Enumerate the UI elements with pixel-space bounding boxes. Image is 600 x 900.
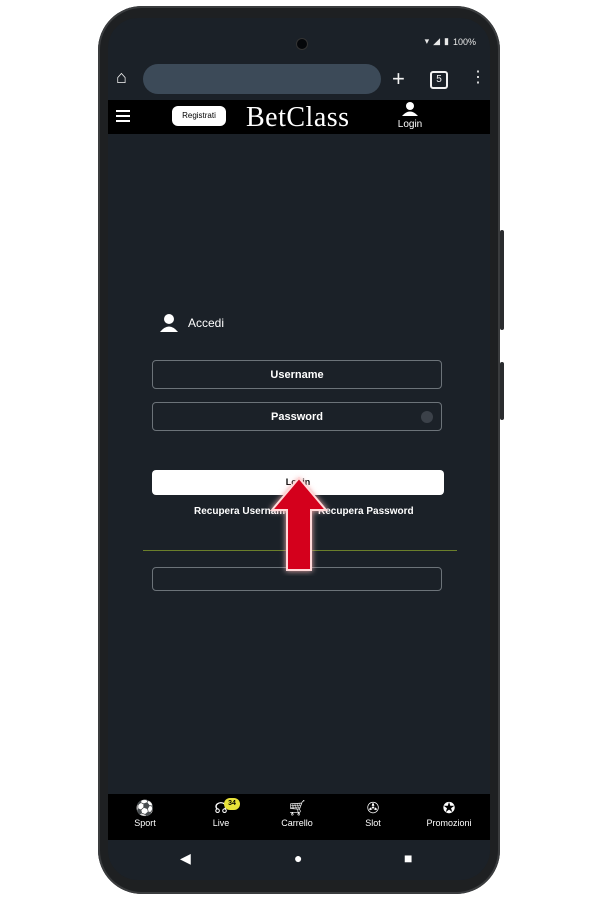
award-icon: ✪ <box>442 800 456 817</box>
nav-slot[interactable]: ✇ Slot <box>338 800 408 828</box>
home-circle-icon[interactable]: ● <box>294 850 302 866</box>
battery-percent: 100% <box>452 36 476 47</box>
nav-carrello[interactable]: 🛒︎ Carrello <box>262 800 332 828</box>
red-arrow-annotation <box>269 476 329 571</box>
wifi-icon: ▾ <box>424 36 430 46</box>
tab-switcher-button[interactable]: 5 <box>430 71 448 89</box>
power-button <box>500 362 504 420</box>
antenna-icon: ☊ <box>214 800 228 817</box>
new-tab-icon[interactable]: + <box>392 66 405 92</box>
bottom-navigation: ⚽ Sport ☊ 34 Live 🛒︎ Carrello ✇ Slot ✪ P… <box>108 794 490 840</box>
recover-password-link[interactable]: Recupera Password <box>318 506 414 517</box>
nav-slot-label: Slot <box>365 818 381 828</box>
password-field[interactable]: Password <box>152 402 442 431</box>
nav-promozioni-label: Promozioni <box>426 818 472 828</box>
nav-sport[interactable]: ⚽ Sport <box>110 800 180 828</box>
reel-icon: ✇ <box>366 800 380 817</box>
header-login-button[interactable]: Login <box>392 102 428 130</box>
system-navigation-bar: ◀ ● ■ <box>108 840 490 880</box>
nav-sport-label: Sport <box>134 818 156 828</box>
soccer-ball-icon: ⚽ <box>135 800 155 817</box>
site-header: Registrati BetClass Login <box>108 100 490 134</box>
username-placeholder: Username <box>270 369 324 381</box>
login-heading: Accedi <box>160 314 224 332</box>
front-camera <box>296 38 308 50</box>
home-icon[interactable]: ⌂ <box>116 67 127 88</box>
user-icon <box>402 102 418 116</box>
hamburger-menu-icon[interactable] <box>116 110 130 122</box>
register-button[interactable]: Registrati <box>172 106 226 126</box>
login-page: Accedi Username Password Login Recupera … <box>108 134 490 794</box>
cart-icon: 🛒︎ <box>287 800 307 817</box>
battery-icon: ▮ <box>444 36 449 46</box>
back-icon[interactable]: ◀ <box>180 850 191 867</box>
nav-promozioni[interactable]: ✪ Promozioni <box>414 800 484 828</box>
header-login-label: Login <box>397 119 423 130</box>
site-logo[interactable]: BetClass <box>246 102 350 134</box>
browser-toolbar: ⌂ + 5 ⋮ <box>108 62 490 100</box>
nav-carrello-label: Carrello <box>281 818 313 828</box>
live-count-badge: 34 <box>224 798 240 810</box>
login-heading-label: Accedi <box>188 316 225 330</box>
user-icon <box>160 314 178 332</box>
password-placeholder: Password <box>271 411 323 423</box>
show-password-icon[interactable] <box>421 411 433 423</box>
status-bar: ▾ ◢ ▮ 100% <box>425 36 476 47</box>
nav-live[interactable]: ☊ 34 Live <box>186 798 256 828</box>
more-menu-icon[interactable]: ⋮ <box>470 67 486 87</box>
phone-screen: ▾ ◢ ▮ 100% ⌂ + 5 ⋮ Registrati BetClass L… <box>108 18 490 880</box>
nav-live-label: Live <box>212 818 230 828</box>
signal-icon: ◢ <box>433 36 441 46</box>
volume-button <box>500 230 504 330</box>
username-field[interactable]: Username <box>152 360 442 389</box>
recents-icon[interactable]: ■ <box>404 850 412 866</box>
address-bar[interactable] <box>143 64 381 94</box>
